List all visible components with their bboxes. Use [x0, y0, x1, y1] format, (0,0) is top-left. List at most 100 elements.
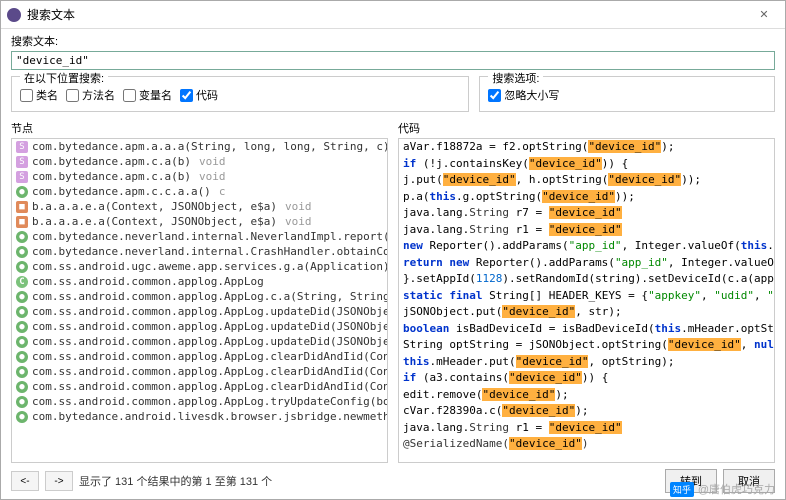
code-row[interactable]: @SerializedName("device_id")	[399, 436, 774, 453]
code-row[interactable]: if (!j.containsKey("device_id")) {	[399, 156, 774, 173]
code-row[interactable]: String optString = jSONObject.optString(…	[399, 337, 774, 354]
app-icon	[7, 8, 21, 22]
node-icon: ●	[16, 411, 28, 423]
code-row[interactable]: j.put("device_id", h.optString("device_i…	[399, 172, 774, 189]
code-list[interactable]: aVar.f18872a = f2.optString("device_id")…	[398, 138, 775, 463]
node-row[interactable]: ● com.bytedance.android.livesdk.browser.j…	[12, 409, 387, 424]
options-legend: 搜索选项:	[488, 70, 543, 86]
node-ret: void	[285, 200, 312, 213]
node-sig: com.ss.android.common.applog.AppLog.clea…	[32, 380, 388, 393]
code-row[interactable]: boolean isBadDeviceId = isBadDeviceId(th…	[399, 321, 774, 338]
scope-legend: 在以下位置搜索:	[20, 70, 108, 86]
node-icon: ●	[16, 261, 28, 273]
code-row[interactable]: new Reporter().addParams("app_id", Integ…	[399, 238, 774, 255]
results-row: 节点 Scom.bytedance.apm.a.a.a(String, long…	[1, 118, 785, 463]
code-row[interactable]: edit.remove("device_id");	[399, 387, 774, 404]
code-row[interactable]: java.lang.String r1 = "device_id"	[399, 222, 774, 239]
code-row[interactable]: java.lang.String r1 = "device_id"	[399, 420, 774, 437]
node-row[interactable]: ● com.bytedance.apm.c.c.a.a() c	[12, 184, 387, 199]
option-check-0[interactable]: 忽略大小写	[488, 87, 559, 103]
node-row[interactable]: ●com.ss.android.common.applog.AppLog.cle…	[12, 364, 387, 379]
node-row[interactable]: ■b.a.a.a.e.a(Context, JSONObject, e$a)vo…	[12, 199, 387, 214]
prev-button[interactable]: <-	[11, 471, 39, 491]
search-input[interactable]	[11, 51, 775, 70]
code-row[interactable]: if (a3.contains("device_id")) {	[399, 370, 774, 387]
nodes-panel: 节点 Scom.bytedance.apm.a.a.a(String, long…	[11, 118, 388, 463]
node-sig: com.bytedance.apm.c.c.a.a()	[32, 185, 211, 198]
node-sig: b.a.a.a.e.a(Context, JSONObject, e$a)	[32, 215, 277, 228]
node-row[interactable]: ■ b.a.a.a.e.a(Context, JSONObject, e$a) vo…	[12, 214, 387, 229]
node-row[interactable]: ●com.ss.android.common.applog.AppLog.try…	[12, 394, 387, 409]
node-icon: ●	[16, 381, 28, 393]
code-row[interactable]: this.mHeader.put("device_id", optString)…	[399, 354, 774, 371]
node-sig: com.ss.android.common.applog.AppLog.clea…	[32, 350, 388, 363]
node-row[interactable]: ●com.ss.android.common.applog.AppLog.upd…	[12, 319, 387, 334]
code-row[interactable]: p.a(this.g.optString("device_id"));	[399, 189, 774, 206]
node-sig: com.ss.android.common.applog.AppLog.upda…	[32, 305, 388, 318]
node-ret: void	[285, 215, 312, 228]
node-row[interactable]: ● com.ss.android.common.applog.AppLog.cle…	[12, 379, 387, 394]
node-icon: ●	[16, 336, 28, 348]
code-row[interactable]: java.lang.String r7 = "device_id"	[399, 205, 774, 222]
node-icon: ■	[16, 201, 28, 213]
code-panel: 代码 aVar.f18872a = f2.optString("device_i…	[398, 118, 775, 463]
node-icon: ●	[16, 291, 28, 303]
node-icon: S	[16, 156, 28, 168]
node-sig: com.bytedance.apm.c.a(b)	[32, 170, 191, 183]
node-icon: ■	[16, 216, 28, 228]
node-row[interactable]: ● com.ss.android.common.applog.AppLog.cle…	[12, 349, 387, 364]
scope-check-0[interactable]: 类名	[20, 87, 58, 103]
node-icon: C	[16, 276, 28, 288]
code-row[interactable]: jSONObject.put("device_id", str);	[399, 304, 774, 321]
nodes-list[interactable]: Scom.bytedance.apm.a.a.a(String, long, l…	[11, 138, 388, 463]
node-row[interactable]: Scom.bytedance.apm.a.a.a(String, long, l…	[12, 139, 387, 154]
node-icon: ●	[16, 246, 28, 258]
code-row[interactable]: cVar.f28390a.c("device_id");	[399, 403, 774, 420]
code-row[interactable]: }.setAppId(1128).setRandomId(string).set…	[399, 271, 774, 288]
node-row[interactable]: Scom.bytedance.apm.c.a(b)void	[12, 169, 387, 184]
search-window: 搜索文本 ✕ 搜索文本: 在以下位置搜索: 类名方法名变量名代码 搜索选项: 忽…	[0, 0, 786, 500]
node-row[interactable]: ● com.ss.android.common.applog.AppLog.c.a…	[12, 289, 387, 304]
options-fieldset: 搜索选项: 忽略大小写	[479, 76, 775, 112]
node-sig: com.ss.android.common.applog.AppLog.upda…	[32, 320, 388, 333]
node-sig: com.ss.android.common.applog.AppLog	[32, 275, 264, 288]
node-sig: com.bytedance.apm.c.a(b)	[32, 155, 191, 168]
node-sig: com.bytedance.neverland.internal.CrashHa…	[32, 245, 388, 258]
node-ret: void	[199, 155, 226, 168]
node-row[interactable]: ● com.bytedance.neverland.internal.CrashH…	[12, 244, 387, 259]
node-sig: com.ss.android.common.applog.AppLog.upda…	[32, 335, 388, 348]
node-row[interactable]: ● com.ss.android.common.applog.AppLog.upd…	[12, 334, 387, 349]
node-ret: c	[219, 185, 226, 198]
window-title: 搜索文本	[27, 6, 749, 23]
scope-check-2[interactable]: 变量名	[123, 87, 172, 103]
next-button[interactable]: ->	[45, 471, 73, 491]
node-row[interactable]: ● com.ss.android.common.applog.AppLog.upd…	[12, 304, 387, 319]
node-icon: ●	[16, 186, 28, 198]
node-sig: com.bytedance.neverland.internal.Neverla…	[32, 230, 388, 243]
node-icon: ●	[16, 306, 28, 318]
code-row[interactable]: aVar.f18872a = f2.optString("device_id")…	[399, 139, 774, 156]
code-row[interactable]: return new Reporter().addParams("app_id"…	[399, 255, 774, 272]
scope-fieldset: 在以下位置搜索: 类名方法名变量名代码	[11, 76, 469, 112]
node-icon: ●	[16, 231, 28, 243]
footer: <- -> 显示了 131 个结果中的第 1 至第 131 个 转到 取消	[1, 463, 785, 499]
code-row[interactable]: static final String[] HEADER_KEYS = {"ap…	[399, 288, 774, 305]
close-button[interactable]: ✕	[749, 5, 779, 25]
node-row[interactable]: ● com.bytedance.neverland.internal.Neverl…	[12, 229, 387, 244]
node-row[interactable]: Scom.bytedance.apm.c.a(b) void	[12, 154, 387, 169]
search-section: 搜索文本:	[1, 29, 785, 72]
node-row[interactable]: ●com.ss.android.ugc.aweme.app.services.g…	[12, 259, 387, 274]
node-icon: ●	[16, 396, 28, 408]
code-header: 代码	[398, 118, 775, 138]
node-sig: com.bytedance.android.livesdk.browser.js…	[32, 410, 388, 423]
node-ret: void	[199, 170, 226, 183]
node-icon: ●	[16, 351, 28, 363]
scope-check-1[interactable]: 方法名	[66, 87, 115, 103]
node-sig: com.bytedance.apm.a.a.a(String, long, lo…	[32, 140, 388, 153]
status-text: 显示了 131 个结果中的第 1 至第 131 个	[79, 473, 659, 489]
node-row[interactable]: Ccom.ss.android.common.applog.AppLog	[12, 274, 387, 289]
node-icon: ●	[16, 366, 28, 378]
node-sig: com.ss.android.common.applog.AppLog.c.a(…	[32, 290, 388, 303]
nodes-header: 节点	[11, 118, 388, 138]
scope-check-3[interactable]: 代码	[180, 87, 218, 103]
